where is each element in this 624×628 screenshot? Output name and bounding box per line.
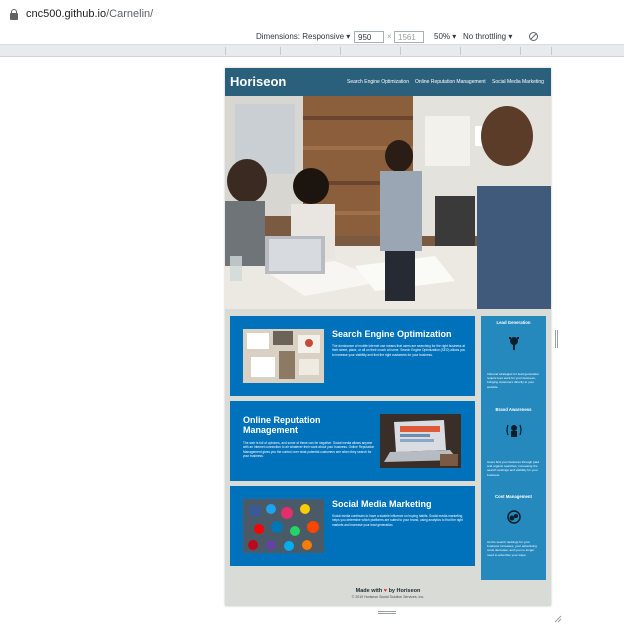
social-image xyxy=(243,499,324,553)
card-title: Social Media Marketing xyxy=(332,499,432,509)
card-social: Social Media Marketing Social media cont… xyxy=(230,486,475,566)
site-logo[interactable]: Horiseon xyxy=(230,74,286,89)
benefit-title: Lead Generation xyxy=(496,320,531,325)
rotate-disabled-icon[interactable] xyxy=(529,32,538,41)
dimension-separator: × xyxy=(387,32,392,41)
dimensions-label: Dimensions: Responsive xyxy=(256,32,345,41)
hero-image xyxy=(225,96,551,309)
lead-generation-icon xyxy=(506,335,522,351)
site-header: Horiseon Search Engine Optimization Onli… xyxy=(225,68,551,96)
zoom-label: 50% xyxy=(434,32,451,41)
card-text: Social media continues to have a sizable… xyxy=(332,514,463,527)
caret-down-icon: ▾ xyxy=(346,32,351,41)
footer-copyright: © 2019 Horiseon Social Solution Services… xyxy=(351,595,425,599)
laptop-illustration xyxy=(380,414,461,468)
benefit-text: As the search rankings for your business… xyxy=(487,540,537,557)
lock-icon[interactable] xyxy=(10,9,18,20)
zoom-dropdown[interactable]: 50% ▾ xyxy=(434,32,456,41)
footer-made-prefix: Made with xyxy=(355,588,383,594)
nav-link-reputation[interactable]: Online Reputation Management xyxy=(415,79,486,85)
nav-link-seo[interactable]: Search Engine Optimization xyxy=(347,79,409,85)
address-bar[interactable]: cnc500.github.io/Carnelin/ xyxy=(0,0,624,30)
card-text: The web is full of opinions, and some of… xyxy=(243,441,375,459)
url-text[interactable]: cnc500.github.io/Carnelin/ xyxy=(26,8,153,20)
device-toolbar: Dimensions: Responsive ▾ 950 × 1561 50% … xyxy=(0,30,624,45)
height-input[interactable]: 1561 xyxy=(394,31,424,43)
benefits-sidebar: Lead Generation Inbound strategies for l… xyxy=(481,316,546,580)
bottom-resize-handle[interactable] xyxy=(378,611,396,614)
dimensions-dropdown[interactable]: Dimensions: Responsive ▾ xyxy=(256,32,350,41)
footer-made-suffix: by Horiseon xyxy=(388,588,421,594)
card-title: Online Reputation Management xyxy=(243,415,321,435)
card-seo: Search Engine Optimization The dominance… xyxy=(230,316,475,396)
caret-down-icon: ▾ xyxy=(508,32,513,41)
cost-management-icon xyxy=(506,509,522,525)
card-text: The dominance of mobile internet use mea… xyxy=(332,344,466,357)
social-icons-illustration xyxy=(243,499,324,553)
side-resize-handle[interactable] xyxy=(555,330,558,348)
seo-illustration xyxy=(243,329,324,383)
benefit-title: Brand Awareness xyxy=(495,407,532,412)
caret-down-icon: ▾ xyxy=(452,32,457,41)
card-reputation: Online Reputation Management The web is … xyxy=(230,401,475,481)
benefit-text: Inbound strategies for lead generation r… xyxy=(487,372,540,389)
corner-resize-icon[interactable] xyxy=(554,610,562,623)
media-query-ruler[interactable] xyxy=(0,45,624,57)
reputation-image xyxy=(380,414,461,468)
throttle-dropdown[interactable]: No throttling ▾ xyxy=(463,32,512,41)
throttle-label: No throttling xyxy=(463,32,507,41)
hero-photo-illustration xyxy=(225,96,551,309)
url-path: /Carnelin/ xyxy=(106,8,154,20)
nav-link-social[interactable]: Social Media Marketing xyxy=(492,79,544,85)
footer-made-with: Made with ♥ by Horiseon xyxy=(225,588,551,594)
benefit-text: Users find your business through paid an… xyxy=(487,460,539,477)
width-input[interactable]: 950 xyxy=(354,31,384,43)
benefit-title: Cost Management xyxy=(494,494,532,499)
seo-image xyxy=(243,329,324,383)
url-host: cnc500.github.io xyxy=(26,8,107,20)
card-title: Search Engine Optimization xyxy=(332,329,452,339)
heart-icon: ♥ xyxy=(383,588,388,594)
brand-awareness-icon xyxy=(506,422,522,438)
site-footer: Made with ♥ by Horiseon © 2019 Horiseon … xyxy=(225,584,551,606)
emulated-page: Horiseon Search Engine Optimization Onli… xyxy=(225,68,551,606)
